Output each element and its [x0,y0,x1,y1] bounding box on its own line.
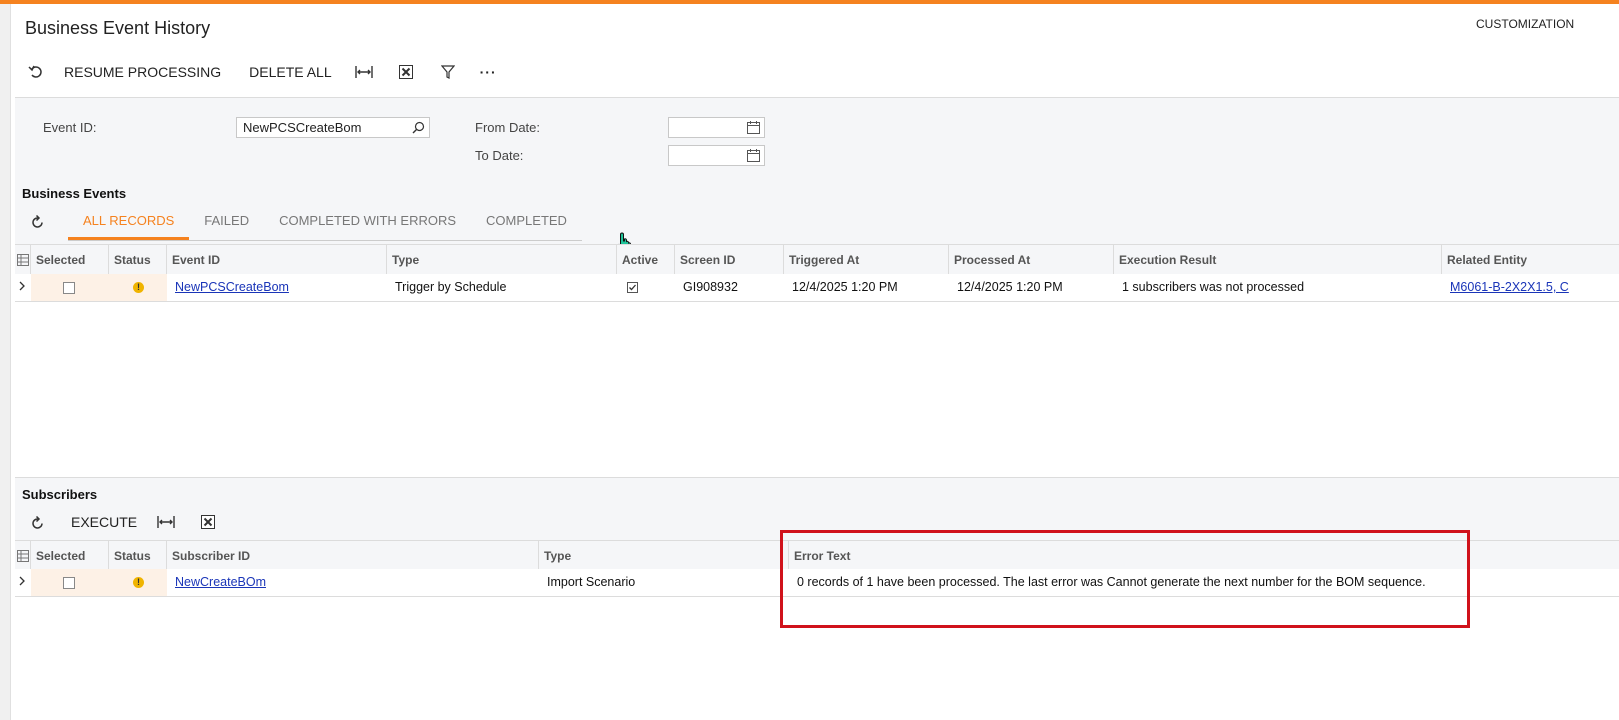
screen-id: GI908932 [683,280,738,294]
excel-export-icon[interactable] [194,508,222,536]
execution-result: 1 subscribers was not processed [1122,280,1305,294]
calendar-icon[interactable] [747,148,760,167]
delete-all-button[interactable]: DELETE ALL [235,58,346,86]
row-select-checkbox[interactable] [31,274,109,301]
tab-failed[interactable]: FAILED [189,207,264,240]
from-date-label: From Date: [475,120,541,135]
row-expand-icon[interactable] [15,274,31,301]
event-id-label: Event ID: [43,120,97,135]
row-select-checkbox[interactable] [31,569,109,596]
page-title: Business Event History [25,18,211,38]
subscriber-id-link[interactable]: NewCreateBOm [167,569,539,596]
col-triggered-at[interactable]: Triggered At [784,245,949,275]
warning-icon [109,274,167,301]
tab-all-records[interactable]: ALL RECORDS [68,207,190,240]
from-date-field[interactable] [668,117,765,138]
related-entity-link[interactable]: M6061-B-2X2X1.5, C [1442,274,1619,301]
business-events-title: Business Events [22,186,127,201]
col-screen-id[interactable]: Screen ID [675,245,784,275]
triggered-at: 12/4/2025 1:20 PM [792,280,898,294]
business-events-tabs: ALL RECORDS FAILED COMPLETED WITH ERRORS… [68,207,582,241]
execute-button[interactable]: EXECUTE [57,508,151,536]
event-type: Trigger by Schedule [395,280,507,294]
calendar-icon[interactable] [747,120,760,139]
grid-settings-icon[interactable] [15,541,31,571]
warning-icon [109,569,167,596]
col-status[interactable]: Status [109,245,167,275]
refresh-icon[interactable] [23,208,51,236]
table-row[interactable]: NewPCSCreateBom Trigger by Schedule GI90… [15,274,1619,302]
event-id-field[interactable]: NewPCSCreateBom [236,117,430,138]
col-event-id[interactable]: Event ID [167,245,387,275]
undo-icon[interactable] [22,58,50,86]
col-execution-result[interactable]: Execution Result [1114,245,1442,275]
active-checkbox[interactable] [617,274,675,301]
event-id-value: NewPCSCreateBom [243,120,362,135]
fit-columns-icon[interactable] [152,508,180,536]
col-selected[interactable]: Selected [31,245,109,275]
tab-completed-with-errors[interactable]: COMPLETED WITH ERRORS [264,207,471,240]
top-accent-bar [0,0,1619,4]
grid-settings-icon[interactable] [15,245,31,275]
filter-panel [15,97,1619,183]
resume-processing-button[interactable]: RESUME PROCESSING [50,58,235,86]
col-processed-at[interactable]: Processed At [949,245,1114,275]
more-actions-button[interactable]: ··· [466,58,511,86]
to-date-field[interactable] [668,145,765,166]
left-nav-strip [0,4,11,720]
col-selected[interactable]: Selected [31,541,109,571]
main-toolbar: RESUME PROCESSING DELETE ALL ··· [22,58,511,86]
subscribers-title: Subscribers [22,487,98,502]
col-type[interactable]: Type [539,541,789,571]
col-subscriber-id[interactable]: Subscriber ID [167,541,539,571]
fit-columns-icon[interactable] [350,58,378,86]
search-icon[interactable] [412,120,425,139]
excel-export-icon[interactable] [392,58,420,86]
processed-at: 12/4/2025 1:20 PM [957,280,1063,294]
error-highlight-box [780,530,1470,628]
to-date-label: To Date: [475,148,524,163]
business-events-grid-header: Selected Status Event ID Type Active Scr… [15,244,1619,276]
row-expand-icon[interactable] [15,569,31,596]
col-related-entity[interactable]: Related Entity [1442,245,1619,275]
subscriber-type: Import Scenario [547,575,636,589]
tab-completed[interactable]: COMPLETED [471,207,582,240]
col-active[interactable]: Active [617,245,675,275]
col-status[interactable]: Status [109,541,167,571]
col-type[interactable]: Type [387,245,617,275]
refresh-icon[interactable] [23,509,51,537]
customization-menu[interactable]: CUSTOMIZATION [1476,17,1574,31]
filter-icon[interactable] [434,58,462,86]
event-id-link[interactable]: NewPCSCreateBom [167,274,387,301]
